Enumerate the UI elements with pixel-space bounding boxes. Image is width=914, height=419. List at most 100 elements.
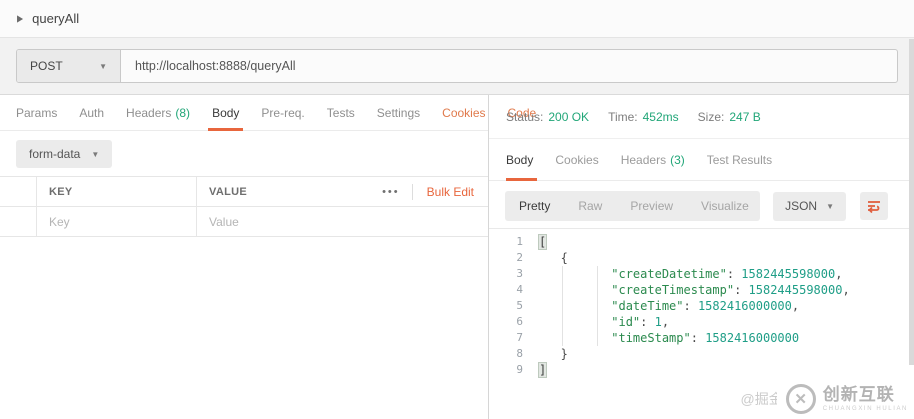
wrap-text-icon (866, 198, 882, 214)
code-line: 8 } (489, 346, 914, 362)
response-tab-body[interactable]: Body (506, 139, 544, 180)
indent-guide (562, 266, 563, 346)
watermark-text: 创新互联 CHUANGXIN HULIAN (823, 386, 908, 412)
code-text: "dateTime": 1582416000000, (539, 298, 799, 314)
code-line: 2 { (489, 250, 914, 266)
code-line: 1[ (489, 234, 914, 250)
time-value: 452ms (643, 110, 679, 124)
code-line: 7 "timeStamp": 1582416000000 (489, 330, 914, 346)
brand-logo-icon: ✕ (786, 384, 816, 414)
request-panel: Params Auth Headers (8) Body Pre-req. Te… (0, 95, 489, 419)
line-number: 4 (489, 282, 539, 298)
chevron-right-icon: ▶ (17, 13, 23, 24)
format-select[interactable]: JSON ▼ (773, 192, 846, 221)
tab-label: Params (16, 106, 57, 120)
body-type-value: form-data (29, 147, 80, 161)
tab-settings[interactable]: Settings (366, 95, 431, 130)
view-preview[interactable]: Preview (616, 191, 687, 221)
watermark-logo-box: ✕ 创新互联 CHUANGXIN HULIAN (777, 380, 912, 418)
row-handle[interactable] (0, 207, 37, 236)
code-text: "id": 1, (539, 314, 669, 330)
request-tabs: Params Auth Headers (8) Body Pre-req. Te… (0, 95, 488, 131)
line-number: 8 (489, 346, 539, 362)
form-data-table: KEY VALUE ••• Bulk Edit (0, 176, 488, 237)
brand-subtitle: CHUANGXIN HULIAN (823, 406, 908, 412)
code-text: [ (539, 234, 546, 250)
tab-label: Pre-req. (261, 106, 304, 120)
response-meta-bar: Status: 200 OK Time: 452ms Size: 247 B (489, 95, 914, 139)
response-tab-test-results[interactable]: Test Results (696, 139, 783, 180)
tab-label: Auth (79, 106, 104, 120)
value-input[interactable] (209, 215, 476, 229)
brand-name: 创新互联 (823, 386, 908, 403)
more-options-icon[interactable]: ••• (372, 182, 410, 202)
main-split: Params Auth Headers (8) Body Pre-req. Te… (0, 95, 914, 419)
view-raw[interactable]: Raw (564, 191, 616, 221)
line-number: 2 (489, 250, 539, 266)
code-lines: 1[2 {3 "createDatetime": 1582445598000,4… (489, 234, 914, 378)
key-input[interactable] (49, 215, 184, 229)
cookies-link[interactable]: Cookies (431, 95, 496, 130)
key-column-header: KEY (37, 177, 197, 206)
size-value: 247 B (729, 110, 760, 124)
tab-label: Body (506, 153, 533, 167)
line-number: 7 (489, 330, 539, 346)
code-text: "timeStamp": 1582416000000 (539, 330, 799, 346)
response-tabs: Body Cookies Headers (3) Test Results (489, 139, 914, 181)
chevron-down-icon: ▼ (91, 150, 99, 159)
table-row (0, 207, 488, 237)
time-meta: Time: 452ms (608, 110, 679, 124)
indent-guide (597, 266, 598, 346)
wrap-text-button[interactable] (860, 192, 888, 220)
line-number: 1 (489, 234, 539, 250)
tab-tests[interactable]: Tests (316, 95, 366, 130)
code-line: 4 "createTimestamp": 1582445598000, (489, 282, 914, 298)
code-text: { (539, 250, 568, 266)
line-number: 6 (489, 314, 539, 330)
time-label: Time: (608, 110, 638, 124)
response-tab-headers[interactable]: Headers (3) (610, 139, 696, 180)
method-value: POST (30, 59, 63, 73)
request-tab-title: queryAll (32, 11, 79, 26)
status-value: 200 OK (548, 110, 589, 124)
tab-pre-request[interactable]: Pre-req. (250, 95, 315, 130)
tab-auth[interactable]: Auth (68, 95, 115, 130)
body-type-select[interactable]: form-data ▼ (16, 140, 112, 168)
link-label: Cookies (442, 106, 485, 120)
url-input[interactable] (121, 50, 897, 82)
code-text: ] (539, 362, 546, 378)
vertical-scrollbar[interactable] (909, 39, 914, 365)
code-line: 3 "createDatetime": 1582445598000, (489, 266, 914, 282)
table-actions: ••• Bulk Edit (372, 177, 488, 206)
format-value: JSON (785, 199, 817, 213)
tab-label: Cookies (555, 153, 598, 167)
size-meta: Size: 247 B (698, 110, 761, 124)
response-tab-cookies[interactable]: Cookies (544, 139, 609, 180)
status-meta: Status: 200 OK (506, 110, 589, 124)
tab-params[interactable]: Params (16, 95, 68, 130)
code-line: 6 "id": 1, (489, 314, 914, 330)
code-line: 5 "dateTime": 1582416000000, (489, 298, 914, 314)
chevron-down-icon: ▼ (826, 202, 834, 211)
table-header-row: KEY VALUE ••• Bulk Edit (0, 177, 488, 207)
view-mode-group: Pretty Raw Preview Visualize (505, 191, 760, 221)
tab-headers[interactable]: Headers (8) (115, 95, 201, 130)
view-visualize[interactable]: Visualize (687, 191, 760, 221)
request-tab-queryall[interactable]: ▶ queryAll (17, 11, 79, 26)
watermark: @掘金 ✕ 创新互联 CHUANGXIN HULIAN (741, 380, 913, 418)
method-select[interactable]: POST ▼ (17, 50, 121, 82)
line-number: 3 (489, 266, 539, 282)
tab-label: Settings (377, 106, 420, 120)
bulk-edit-button[interactable]: Bulk Edit (415, 181, 480, 203)
tab-label: Test Results (707, 153, 772, 167)
view-pretty[interactable]: Pretty (505, 191, 564, 221)
handle-column (0, 177, 37, 206)
tab-body[interactable]: Body (201, 95, 250, 130)
headers-count-badge: (3) (670, 153, 685, 167)
postman-app: ▶ queryAll POST ▼ Params Auth H (0, 0, 914, 419)
tab-label: Headers (621, 153, 666, 167)
code-text: "createDatetime": 1582445598000, (539, 266, 842, 282)
body-type-row: form-data ▼ (0, 131, 488, 176)
tab-label: Tests (327, 106, 355, 120)
code-text: } (539, 346, 568, 362)
